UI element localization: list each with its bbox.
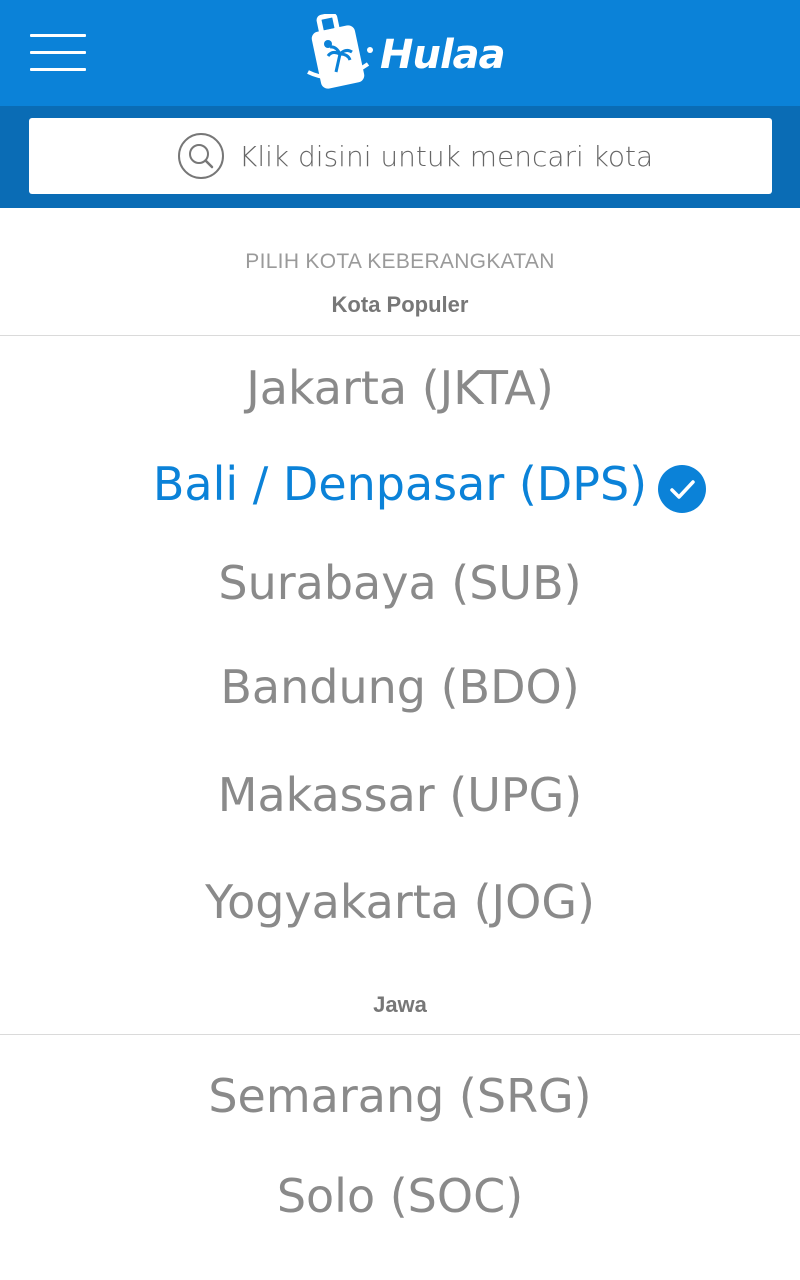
city-item-surabaya[interactable]: Surabaya (SUB) — [0, 553, 800, 613]
city-item-jakarta[interactable]: Jakarta (JKTA) — [0, 358, 800, 418]
city-item-semarang[interactable]: Semarang (SRG) — [0, 1066, 800, 1126]
group-header-popular: Kota Populer — [331, 292, 469, 317]
group-header-jawa: Jawa — [373, 992, 427, 1017]
divider — [0, 1034, 800, 1035]
city-search-input[interactable]: Klik disini untuk mencari kota — [29, 118, 772, 194]
app-header: Hulaa — [0, 0, 800, 106]
city-item-solo[interactable]: Solo (SOC) — [0, 1166, 800, 1226]
search-placeholder: Klik disini untuk mencari kota — [239, 140, 654, 173]
search-icon — [178, 133, 224, 179]
hamburger-menu-icon — [30, 34, 86, 37]
city-item-bandung[interactable]: Bandung (BDO) — [0, 657, 800, 717]
divider — [0, 335, 800, 336]
city-item-makassar[interactable]: Makassar (UPG) — [0, 765, 800, 825]
menu-button[interactable] — [30, 33, 88, 73]
search-bar-container: Klik disini untuk mencari kota — [0, 106, 800, 208]
suitcase-logo-icon — [307, 14, 373, 89]
page-title: PILIH KOTA KEBERANGKATAN — [245, 250, 555, 273]
brand-name: Hulaa — [380, 32, 506, 78]
brand-logo[interactable]: Hulaa — [306, 14, 506, 94]
city-item-yogyakarta[interactable]: Yogyakarta (JOG) — [0, 872, 800, 932]
checkmark-icon — [658, 465, 706, 513]
